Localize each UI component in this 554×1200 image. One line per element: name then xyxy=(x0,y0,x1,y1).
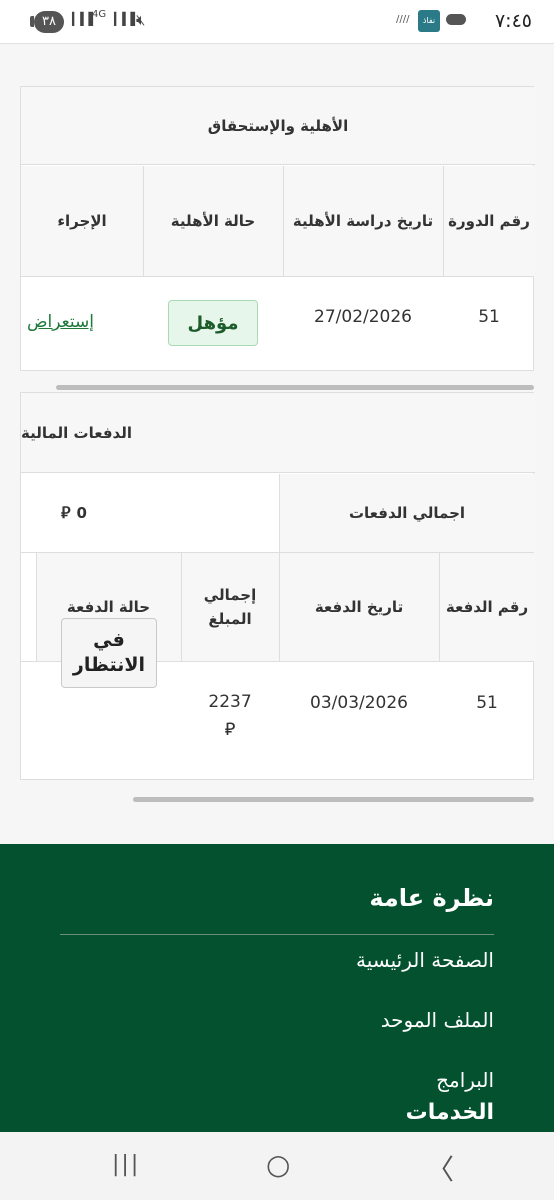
battery-icon: ٣٨ xyxy=(34,11,64,33)
recent-apps-button[interactable]: ||| xyxy=(112,1152,140,1177)
eligibility-title: الأهلية والإستحقاق xyxy=(21,87,535,165)
payments-card: الدفعات المالية اجمالي الدفعات ⃁ 0 رقم ا… xyxy=(20,392,535,780)
cloud-icon xyxy=(446,14,466,25)
nafath-app-icon: نفاذ xyxy=(418,10,440,32)
study-date-value: 27/02/2026 xyxy=(314,307,412,327)
signal-icon-2: ▎▍▌ xyxy=(114,12,140,26)
cycle-number-value: 51 xyxy=(478,307,500,327)
footer-link-programs[interactable]: البرامج xyxy=(436,1068,494,1092)
payments-title: الدفعات المالية xyxy=(21,393,535,473)
total-payments-value: 0 xyxy=(76,504,87,522)
payment-status-badge: في الانتظار xyxy=(61,618,157,688)
status-bar: ٧:٤٥ نفاذ //// ٣٨ ▎▍▌ 4G ▎▍▌ 🔇︎ xyxy=(0,0,554,44)
amount-value-cell: 2237 ⃁ xyxy=(181,685,279,749)
notification-icon: //// xyxy=(396,14,410,25)
amount-value: 2237 xyxy=(208,692,252,712)
payment-number-value: 51 xyxy=(476,693,498,713)
eligibility-status-badge: مؤهل xyxy=(168,300,258,346)
col-eligibility-status: حالة الأهلية xyxy=(143,166,283,276)
col-payment-date: تاريخ الدفعة xyxy=(279,553,439,661)
eligibility-scrollbar[interactable] xyxy=(56,385,534,390)
col-payment-number: رقم الدفعة xyxy=(439,553,535,661)
col-study-date: تاريخ دراسة الأهلية xyxy=(283,166,443,276)
eligibility-card: الأهلية والإستحقاق رقم الدورة تاريخ دراس… xyxy=(20,86,535,371)
col-cycle-number: رقم الدورة xyxy=(443,166,535,276)
system-nav-bar: ||| ○ 〈 xyxy=(0,1132,554,1200)
mute-icon: 🔇︎ xyxy=(136,11,146,29)
total-payments-label: اجمالي الدفعات xyxy=(279,474,535,552)
footer-link-unified-profile[interactable]: الملف الموحد xyxy=(381,1008,494,1032)
network-type: 4G xyxy=(92,9,107,20)
overview-title: نظرة عامة xyxy=(369,884,494,912)
back-button[interactable]: 〈 xyxy=(426,1148,454,1188)
footer-link-home[interactable]: الصفحة الرئيسية xyxy=(356,948,494,972)
riyal-icon: ⃁ xyxy=(61,503,71,522)
site-footer: نظرة عامة الصفحة الرئيسية الملف الموحد ا… xyxy=(0,844,554,1134)
clock: ٧:٤٥ xyxy=(494,10,532,32)
col-action: الإجراء xyxy=(21,166,143,276)
payments-scrollbar[interactable] xyxy=(133,797,534,802)
riyal-icon: ⃁ xyxy=(224,719,236,741)
total-payments-value-cell: ⃁ 0 xyxy=(21,474,279,552)
home-button[interactable]: ○ xyxy=(266,1148,290,1181)
view-link[interactable]: إستعراض xyxy=(27,312,94,332)
services-title: الخدمات xyxy=(405,1100,494,1125)
payment-date-value: 03/03/2026 xyxy=(310,693,408,713)
footer-divider xyxy=(60,934,494,935)
col-total-amount: إجمالي المبلغ xyxy=(181,553,279,661)
